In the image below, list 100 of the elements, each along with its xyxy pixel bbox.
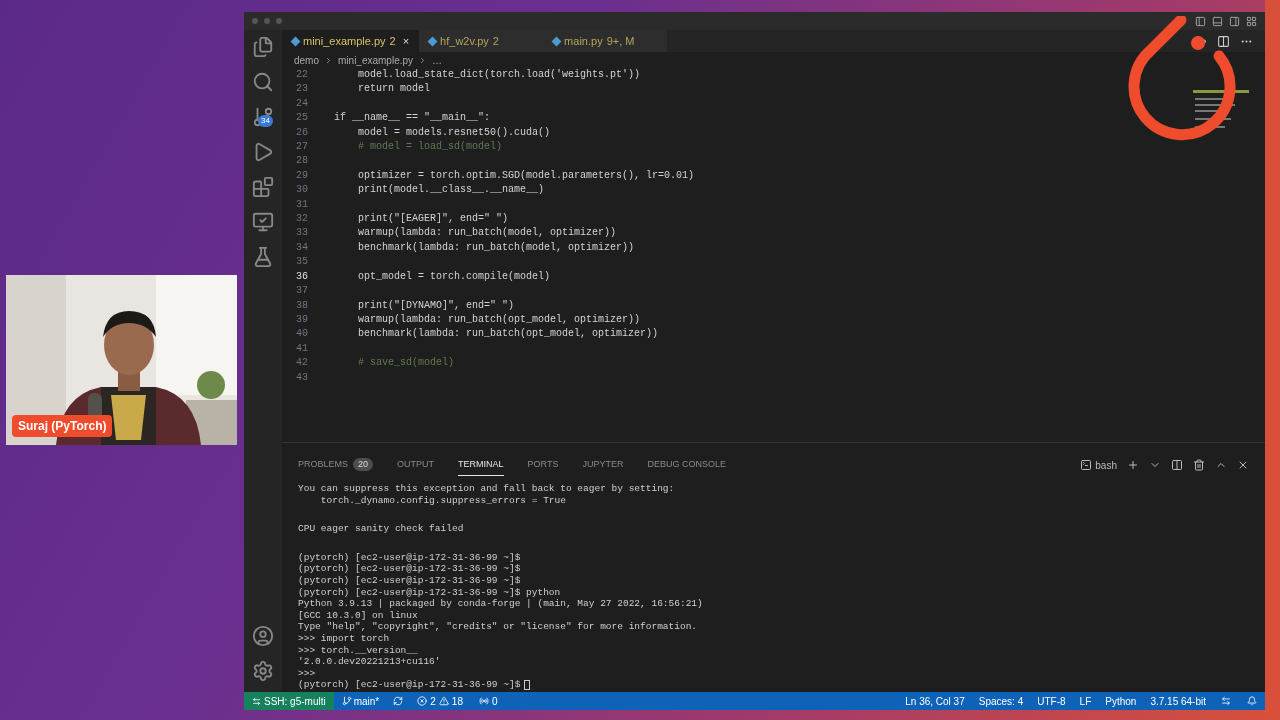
line-number: 34: [295, 240, 309, 255]
remote-icon: [252, 696, 261, 706]
line-number: 43: [295, 370, 309, 385]
name-label: Suraj (PyTorch): [12, 415, 113, 437]
feedback-icon[interactable]: [1221, 696, 1231, 706]
line-number: 26: [295, 125, 309, 140]
notifications-icon[interactable]: [1247, 696, 1257, 706]
secondary-sidebar-icon[interactable]: [1229, 15, 1240, 27]
code-line: model.load_state_dict(torch.load('weights.pt')): [357, 68, 641, 82]
tab-label: main.py: [564, 33, 603, 49]
editor-tab[interactable]: mini_example.py 2 ×: [282, 30, 420, 52]
search-icon[interactable]: [252, 71, 274, 93]
panel-tab[interactable]: DEBUG CONSOLE: [647, 453, 726, 477]
status-item[interactable]: LF: [1072, 693, 1099, 709]
terminal-line: '2.0.0.dev20221213+cu116': [298, 656, 441, 668]
python-file-icon: [427, 36, 438, 46]
count-badge: 34: [258, 115, 273, 127]
chevron-icon: [324, 55, 333, 65]
terminal-line: (pytorch) [ec2-user@ip-172-31-36-99 ~]$: [298, 551, 521, 564]
code-line: warmup(lambda: run_batch(opt_model, optimizer)): [357, 312, 641, 327]
sync-icon[interactable]: [393, 696, 404, 706]
terminal-line: [GCC 10.3.0] on linux: [298, 609, 418, 622]
count-badge: 20: [353, 457, 374, 472]
breadcrumb-item[interactable]: …: [432, 52, 443, 68]
terminal-selector[interactable]: bash: [1080, 457, 1117, 473]
code-line: if __name__ == "__main__":: [333, 111, 491, 126]
code-line: model = models.resnet50().cuda(): [357, 125, 551, 140]
panel-tab[interactable]: JUPYTER: [582, 453, 624, 477]
line-number: 31: [295, 197, 309, 212]
line-number: 38: [295, 298, 309, 313]
extensions-icon[interactable]: [252, 176, 274, 198]
line-number: 33: [295, 226, 309, 241]
code-line: return model: [357, 82, 430, 97]
line-number: 37: [295, 284, 309, 299]
line-number: 23: [295, 82, 309, 97]
panel-tab[interactable]: OUTPUT: [397, 453, 435, 477]
problems-indicator[interactable]: 2 18: [409, 693, 471, 709]
problem-count: 2: [389, 33, 396, 49]
breadcrumb-item[interactable]: demo: [294, 52, 319, 68]
files-icon[interactable]: [252, 36, 274, 58]
python-file-icon: [290, 36, 301, 46]
panel-tab[interactable]: TERMINAL: [458, 453, 504, 477]
status-item[interactable]: Python: [1098, 693, 1144, 709]
code-line: print("[EAGER]", end=" "): [357, 212, 509, 227]
line-number: 32: [295, 212, 309, 227]
terminal-line: (pytorch) [ec2-user@ip-172-31-36-99 ~]$ python: [298, 586, 561, 599]
branch-icon: [341, 696, 352, 706]
code-line: print("[DYNAMO]", end=" "): [357, 298, 515, 313]
ports-indicator[interactable]: 0: [470, 693, 506, 709]
status-item[interactable]: Spaces: 4: [971, 693, 1031, 709]
sidebar-toggle-icon[interactable]: [1195, 15, 1206, 27]
remote-explorer-icon[interactable]: [252, 211, 274, 233]
terminal-line: Python 3.9.13 | packaged by conda-forge | (main, May 27 2022, 16:56:21): [298, 598, 703, 610]
line-number: 28: [295, 154, 309, 169]
line-number: 41: [295, 341, 309, 356]
flask-icon[interactable]: [252, 246, 274, 268]
settings-icon[interactable]: [252, 660, 274, 682]
editor-tab[interactable]: hf_w2v.py 2: [419, 30, 544, 52]
panel-tab[interactable]: PORTS: [527, 453, 559, 477]
close-icon[interactable]: [1237, 459, 1249, 471]
terminal-line: torch._dynamo.config.suppress_errors = True: [319, 494, 566, 507]
panel-toggle-icon[interactable]: [1212, 15, 1223, 27]
code-line: benchmark(lambda: run_batch(opt_model, optimizer)): [357, 327, 659, 342]
breadcrumb-item[interactable]: mini_example.py: [338, 52, 414, 68]
status-item[interactable]: Ln 36, Col 37: [898, 693, 972, 709]
status-item[interactable]: 3.7.15 64-bit: [1143, 693, 1213, 709]
close-button[interactable]: ×: [402, 32, 410, 50]
line-number: 27: [295, 140, 309, 155]
terminal-line: CPU eager sanity check failed: [298, 523, 464, 535]
ports-icon: [478, 696, 489, 706]
terminal-line: Type "help", "copyright", "credits" or "license" for more information.: [298, 621, 698, 633]
code-line: optimizer = torch.optim.SGD(model.parameters(), lr=0.01): [357, 168, 695, 183]
remote-indicator[interactable]: SSH: g5-multi: [244, 692, 334, 710]
layout-icon[interactable]: [1246, 15, 1257, 27]
terminal-line: >>>: [298, 667, 316, 680]
terminal-line: You can suppress this exception and fall back to eager by setting:: [298, 483, 675, 495]
line-number: 29: [295, 168, 309, 183]
cursor-icon: [524, 680, 531, 691]
branch-indicator[interactable]: main*: [333, 693, 388, 709]
account-icon[interactable]: [252, 625, 274, 647]
editor-tab[interactable]: main.py 9+, M: [543, 30, 668, 52]
code-line: opt_model = torch.compile(model): [357, 269, 551, 284]
terminal-line: (pytorch) [ec2-user@ip-172-31-36-99 ~]$: [298, 563, 521, 575]
split-editor-icon[interactable]: [1217, 34, 1230, 48]
code-line: warmup(lambda: run_batch(model, optimizer)): [357, 226, 617, 241]
error-icon: [417, 696, 428, 706]
trash-icon[interactable]: [1193, 459, 1205, 471]
terminal-line: (pytorch) [ec2-user@ip-172-31-36-99 ~]$: [298, 679, 521, 691]
panel-tab[interactable]: PROBLEMS 20: [298, 453, 374, 477]
tab-label: hf_w2v.py: [440, 33, 489, 49]
line-number: 24: [295, 96, 309, 111]
split-icon[interactable]: [1171, 459, 1183, 471]
line-number: 25: [295, 111, 309, 126]
code-comment: # save_sd(model): [357, 356, 455, 371]
terminal-icon: [1080, 459, 1093, 471]
code-comment: # model = load_sd(model): [357, 140, 503, 155]
status-item[interactable]: UTF-8: [1030, 693, 1073, 709]
add-icon[interactable]: [1127, 459, 1139, 471]
line-number: 22: [295, 68, 309, 82]
line-number: 42: [295, 356, 309, 371]
